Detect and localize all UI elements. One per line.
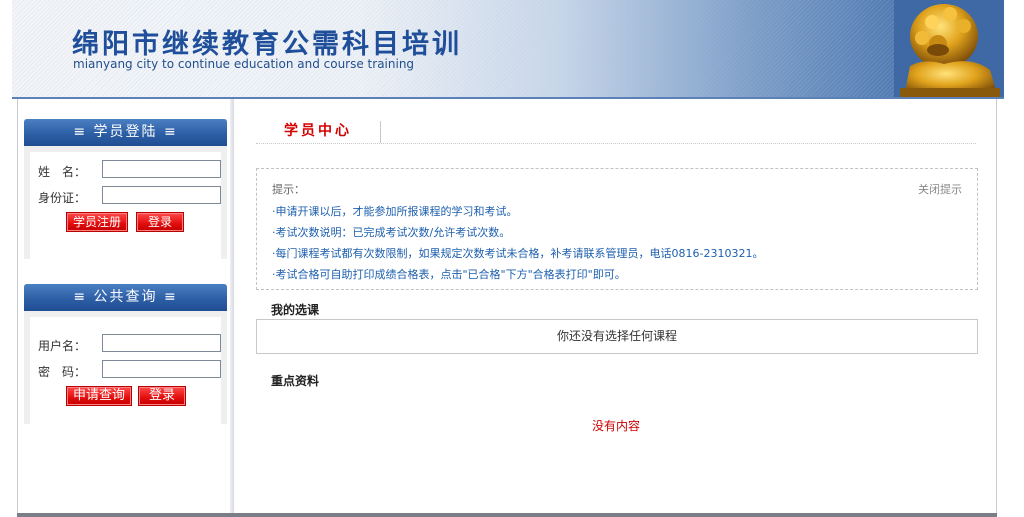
student-register-button[interactable]: 学员注册 <box>66 212 128 232</box>
username-label: 用户名： <box>38 339 87 353</box>
tips-box: 提示： 关闭提示 ·申请开课以后，才能参加所报课程的学习和考试。 ·考试次数说明… <box>256 168 978 290</box>
password-input[interactable] <box>102 360 221 378</box>
name-label: 姓 名： <box>38 165 87 179</box>
no-content-message: 没有内容 <box>591 419 640 433</box>
site-subtitle: mianyang city to continue education and … <box>73 57 415 71</box>
username-input[interactable] <box>102 334 221 352</box>
login-panel-title: ≡ 学员登陆 ≡ <box>24 119 227 146</box>
id-card-label: 身份证： <box>38 191 87 205</box>
golden-lion-icon <box>894 0 1004 97</box>
site-title: 绵阳市继续教育公需科目培训 <box>72 29 462 60</box>
tips-heading: 提示： <box>272 183 305 196</box>
tip-item: ·申请开课以后，才能参加所报课程的学习和考试。 <box>272 205 518 218</box>
tip-item: ·考试合格可自助打印成绩合格表，点击"已合格"下方"合格表打印"即可。 <box>272 268 626 281</box>
key-materials-title: 重点资料 <box>271 374 320 388</box>
id-card-input[interactable] <box>102 186 221 204</box>
frame-border-right <box>996 99 997 514</box>
no-course-message: 你还没有选择任何课程 <box>256 319 978 354</box>
my-courses-title: 我的选课 <box>271 303 320 317</box>
tab-student-center[interactable]: 学员中心 <box>256 121 381 143</box>
password-label: 密 码： <box>38 365 87 379</box>
sidebar: ≡ 学员登陆 ≡ 姓 名： 身份证： 学员注册 登录 ≡ 公共查询 ≡ 用户名： <box>18 99 230 513</box>
site-header: 绵阳市继续教育公需科目培训 mianyang city to continue … <box>12 0 1004 97</box>
query-panel-title: ≡ 公共查询 ≡ <box>24 284 227 311</box>
login-panel: ≡ 学员登陆 ≡ 姓 名： 身份证： 学员注册 登录 <box>24 119 227 260</box>
tip-item: ·考试次数说明：已完成考试次数/允许考试次数。 <box>272 226 511 239</box>
public-query-panel: ≡ 公共查询 ≡ 用户名： 密 码： 申请查询 登录 <box>24 284 227 434</box>
name-input[interactable] <box>102 160 221 178</box>
apply-query-button[interactable]: 申请查询 <box>66 386 132 406</box>
student-login-button[interactable]: 登录 <box>136 212 184 232</box>
tab-bar: 学员中心 <box>256 121 976 144</box>
close-tips-link[interactable]: 关闭提示 <box>918 181 962 197</box>
query-login-button[interactable]: 登录 <box>138 386 186 406</box>
main-content: 学员中心 提示： 关闭提示 ·申请开课以后，才能参加所报课程的学习和考试。 ·考… <box>234 99 996 513</box>
footer-rule <box>17 513 997 517</box>
tip-item: ·每门课程考试都有次数限制，如果规定次数考试未合格，补考请联系管理员，电话081… <box>272 247 764 260</box>
